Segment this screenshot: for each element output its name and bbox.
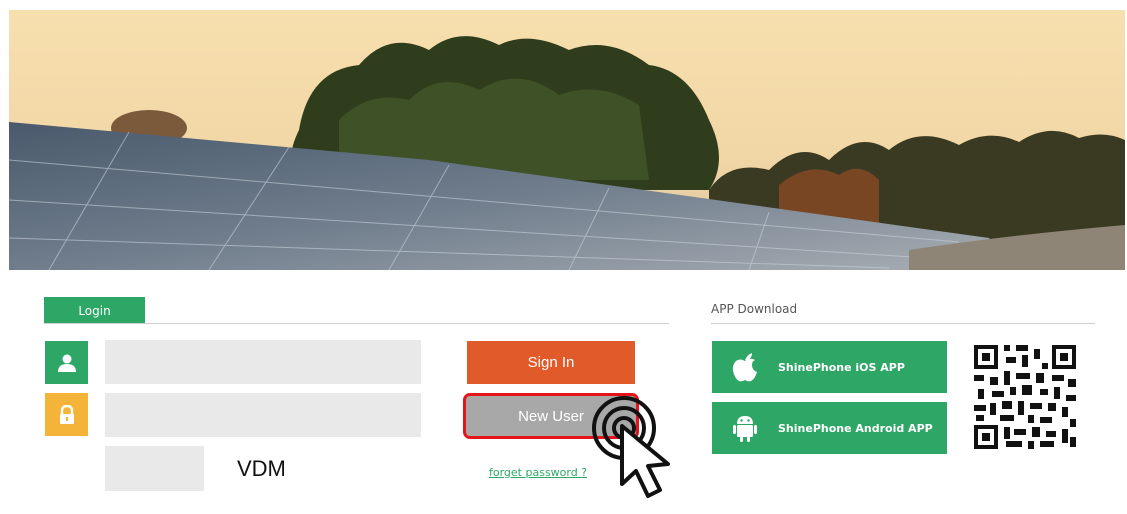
- password-input[interactable]: [105, 393, 421, 437]
- captcha-input[interactable]: [105, 446, 204, 491]
- lock-icon: [45, 393, 88, 436]
- android-icon: [726, 409, 764, 447]
- ios-app-button[interactable]: ShinePhone iOS APP: [712, 341, 947, 393]
- app-download-title: APP Download: [711, 302, 798, 316]
- app-download-divider: [711, 323, 1095, 324]
- ios-app-label: ShinePhone iOS APP: [778, 360, 905, 374]
- solar-field-image: [9, 10, 1125, 270]
- captcha-code[interactable]: VDM: [237, 456, 286, 482]
- sign-in-button[interactable]: Sign In: [467, 341, 635, 384]
- android-app-button[interactable]: ShinePhone Android APP: [712, 402, 947, 454]
- new-user-label: New User: [518, 407, 584, 425]
- qr-code: [970, 341, 1080, 453]
- tab-login[interactable]: Login: [44, 297, 145, 324]
- apple-icon: [726, 348, 764, 386]
- username-input[interactable]: [105, 340, 421, 384]
- login-page: Login VDM Sign In New User forget passwo…: [0, 0, 1127, 514]
- user-icon: [45, 341, 88, 384]
- hero-banner: [9, 10, 1125, 270]
- tab-login-label: Login: [78, 303, 111, 318]
- android-app-label: ShinePhone Android APP: [778, 421, 933, 435]
- new-user-button[interactable]: New User: [463, 393, 639, 439]
- sign-in-label: Sign In: [527, 354, 575, 371]
- forget-password-link[interactable]: forget password ?: [489, 466, 587, 479]
- login-divider: [44, 323, 669, 324]
